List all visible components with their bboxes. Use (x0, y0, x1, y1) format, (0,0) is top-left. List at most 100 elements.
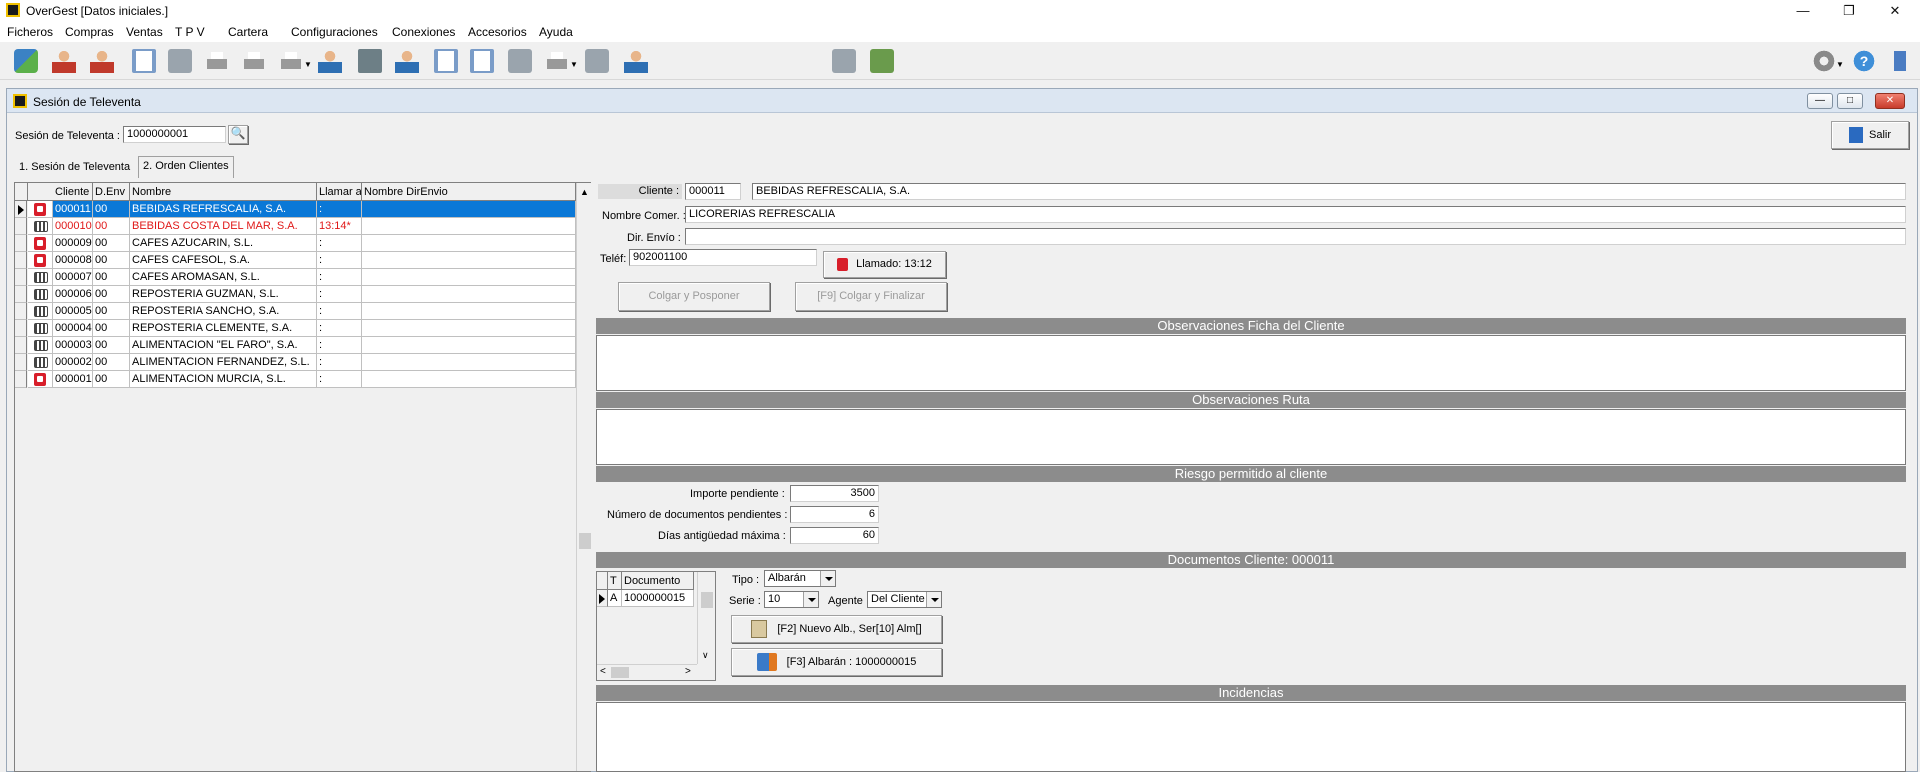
num-docs-field[interactable]: 6 (790, 506, 879, 523)
session-input[interactable]: 1000000001 (123, 126, 226, 143)
serie-select[interactable]: 10 (764, 591, 819, 608)
menu-cartera[interactable]: Cartera (228, 25, 268, 39)
header-llamar[interactable]: Llamar a (317, 183, 362, 201)
header-nombre[interactable]: Nombre (130, 183, 317, 201)
cliente-name-field[interactable]: BEBIDAS REFRESCALIA, S.A. (752, 183, 1906, 200)
calculator-icon[interactable] (358, 49, 382, 73)
gear-icon[interactable] (1812, 49, 1836, 73)
header-cliente[interactable]: Cliente (53, 183, 93, 201)
nuevo-albaran-button[interactable]: [F2] Nuevo Alb., Ser[10] Alm[] (731, 615, 942, 643)
agente-select[interactable]: Del Cliente (867, 591, 942, 608)
customer-icon[interactable] (52, 49, 76, 73)
header-tipo[interactable]: T (608, 572, 622, 590)
child-restore-button[interactable]: □ (1837, 93, 1863, 109)
table-row[interactable]: 000008 00 CAFES CAFESOL, S.A.: (15, 252, 576, 269)
chevron-down-icon[interactable] (926, 592, 941, 607)
chevron-down-icon[interactable]: ▼ (304, 60, 312, 69)
chevron-down-icon[interactable]: ∨ (702, 650, 709, 661)
menu-ventas[interactable]: Ventas (126, 25, 163, 39)
table-row[interactable]: 000007 00 CAFES AROMASAN, S.L.: (15, 269, 576, 286)
docs-scroll-thumb[interactable] (701, 592, 713, 608)
albaran-button[interactable]: [F3] Albarán : 1000000015 (731, 648, 942, 676)
grid-scrollbar[interactable]: ▲ (576, 183, 591, 771)
restore-icon[interactable]: ❐ (1826, 0, 1872, 22)
menu-tpv[interactable]: T P V (175, 25, 205, 39)
scroll-thumb[interactable] (579, 533, 591, 549)
tab-sesion-televenta[interactable]: 1. Sesión de Televenta (15, 158, 134, 178)
table-row[interactable]: 000006 00 REPOSTERIA GUZMAN, S.L.: (15, 286, 576, 303)
docs-row[interactable]: A 1000000015 (597, 590, 697, 607)
table-row[interactable]: 000004 00 REPOSTERIA CLEMENTE, S.A.: (15, 320, 576, 337)
close-icon[interactable]: ✕ (1872, 0, 1918, 22)
header-nombre-direnvio[interactable]: Nombre DirEnvio (362, 183, 576, 201)
map-icon[interactable] (870, 49, 894, 73)
telef-field[interactable]: 902001100 (629, 249, 817, 266)
database-icon[interactable] (14, 49, 38, 73)
table-row[interactable]: 000003 00 ALIMENTACION "EL FARO", S.A.: (15, 337, 576, 354)
chevron-down-icon[interactable] (803, 592, 818, 607)
chevron-down-icon[interactable]: ▼ (1836, 60, 1844, 69)
exit-button[interactable]: Salir (1831, 121, 1909, 149)
menu-compras[interactable]: Compras (65, 25, 114, 39)
table-row[interactable]: 000009 00 CAFES AZUCARIN, S.L.: (15, 235, 576, 252)
chevron-right-icon[interactable]: > (685, 666, 691, 677)
minimize-icon[interactable]: — (1780, 0, 1826, 22)
colgar-finalizar-button[interactable]: [F9] Colgar y Finalizar (795, 282, 947, 311)
tab-orden-clientes[interactable]: 2. Orden Clientes (138, 156, 234, 178)
cell-denv: 00 (93, 201, 130, 218)
table-row[interactable]: 000011 00 BEBIDAS REFRESCALIA, S.A.: (15, 201, 576, 218)
print-preview-icon[interactable] (242, 49, 266, 73)
export-icon[interactable] (470, 49, 494, 73)
docs-hscroll-thumb[interactable] (611, 667, 629, 678)
archive-icon[interactable] (832, 49, 856, 73)
docs-vscroll[interactable]: ∨ (697, 572, 715, 664)
docs-grid-corner (597, 572, 608, 590)
chevron-down-icon[interactable]: ▼ (570, 60, 578, 69)
header-denv[interactable]: D.Env (93, 183, 130, 201)
tipo-select[interactable]: Albarán (764, 570, 836, 587)
table-row[interactable]: 000010 00 BEBIDAS COSTA DEL MAR, S.A. 13:14… (15, 218, 576, 235)
window-title-bar: OverGest [Datos iniciales.] — ❐ ✕ (0, 0, 1920, 22)
table-row[interactable]: 000002 00 ALIMENTACION FERNANDEZ, S.L.: (15, 354, 576, 371)
user-settings-icon[interactable] (624, 49, 648, 73)
menu-ficheros[interactable]: Ficheros (7, 25, 53, 39)
exit-door-icon[interactable] (1888, 49, 1912, 73)
chevron-left-icon[interactable]: < (600, 666, 606, 677)
scroll-up-icon[interactable]: ▲ (580, 187, 589, 197)
importe-field[interactable]: 3500 (790, 485, 879, 502)
cliente-code-field[interactable]: 000011 (685, 183, 741, 200)
help-icon[interactable]: ? (1852, 49, 1876, 73)
dias-field[interactable]: 60 (790, 527, 879, 544)
nombre-comer-field[interactable]: LICORERIAS REFRESCALIA (685, 206, 1906, 223)
obs-ficha-textarea[interactable] (596, 335, 1906, 391)
print-options-icon[interactable] (279, 49, 303, 73)
menu-ayuda[interactable]: Ayuda (539, 25, 573, 39)
menu-conexiones[interactable]: Conexiones (392, 25, 455, 39)
table-row[interactable]: 000001 00 ALIMENTACION MURCIA, S.L.: (15, 371, 576, 388)
fax-icon[interactable] (545, 49, 569, 73)
table-row[interactable]: 000005 00 REPOSTERIA SANCHO, S.A.: (15, 303, 576, 320)
chevron-down-icon[interactable] (820, 571, 835, 586)
agents-icon[interactable] (395, 49, 419, 73)
printer-icon[interactable] (205, 49, 229, 73)
colgar-posponer-button[interactable]: Colgar y Posponer (618, 282, 770, 311)
search-document-icon[interactable] (508, 49, 532, 73)
cell-denv: 00 (93, 303, 130, 320)
child-close-button[interactable]: ✕ (1875, 93, 1905, 109)
import-icon[interactable] (434, 49, 458, 73)
users-icon[interactable] (318, 49, 342, 73)
supplier-icon[interactable] (90, 49, 114, 73)
header-documento[interactable]: Documento (622, 572, 694, 590)
llamado-button[interactable]: Llamado: 13:12 (823, 251, 946, 278)
document-icon[interactable] (132, 49, 156, 73)
menu-accesorios[interactable]: Accesorios (468, 25, 527, 39)
laptop-icon[interactable] (585, 49, 609, 73)
tools-icon[interactable] (168, 49, 192, 73)
search-session-button[interactable]: 🔍 (228, 125, 248, 144)
dir-envio-field[interactable] (685, 228, 1906, 245)
menu-configuraciones[interactable]: Configuraciones (291, 25, 378, 39)
child-minimize-button[interactable]: — (1807, 93, 1833, 109)
obs-ruta-textarea[interactable] (596, 409, 1906, 465)
docs-hscroll[interactable]: < > (597, 664, 697, 680)
incidencias-textarea[interactable] (596, 702, 1906, 772)
